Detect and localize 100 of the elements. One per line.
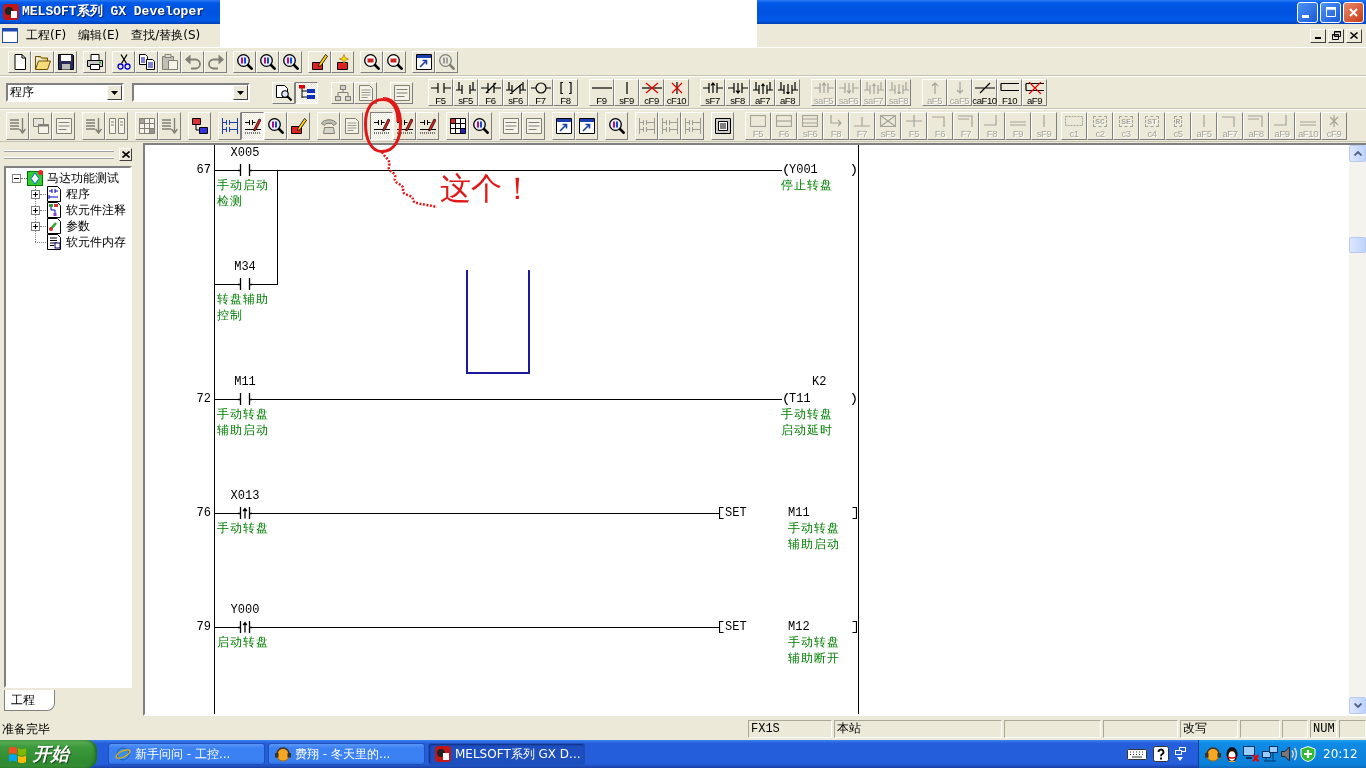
taskbar-button[interactable]: MELSOFT系列 GX D... (428, 743, 585, 765)
help-icon[interactable] (1153, 746, 1169, 762)
function-key-button[interactable]: sF7 (700, 79, 725, 106)
close-button[interactable] (119, 147, 132, 161)
tree-item[interactable]: 软元件注释 (66, 202, 126, 218)
function-key-button[interactable]: sF9 (614, 79, 639, 106)
headset-face-icon[interactable] (1205, 746, 1221, 762)
dashed-box-symbol-icon (1065, 115, 1083, 126)
function-key-button[interactable]: cF10 (664, 79, 689, 106)
toolbar-button[interactable] (370, 111, 393, 140)
step-number: 79 (195, 620, 211, 634)
function-key-button[interactable]: F9 (589, 79, 614, 106)
corner-symbol-icon (932, 115, 945, 127)
function-key-button[interactable]: sF8 (725, 79, 750, 106)
function-key-button[interactable]: F8 (553, 79, 578, 106)
box-pencil-icon (311, 53, 328, 70)
device-comment: 手动转盘辅助断开 (788, 634, 841, 666)
status-panel (1240, 720, 1280, 738)
ladder-page-icon (46, 186, 62, 202)
arrow-contact-symbol-icon (838, 82, 859, 94)
function-key-button[interactable]: sF6 (503, 79, 528, 106)
double-line-symbol-icon (1010, 120, 1026, 126)
menu-item[interactable]: 工程(F) (20, 26, 73, 45)
minimize-icon (1302, 14, 1309, 18)
close-icon (1349, 7, 1358, 17)
function-key-button[interactable]: sF5 (453, 79, 478, 106)
function-key-button[interactable]: F5 (428, 79, 453, 106)
box-pencil-icon (290, 117, 307, 134)
minus-box-icon[interactable] (12, 173, 21, 183)
dropdown[interactable] (132, 83, 250, 102)
parallel-contact-symbol-icon (455, 82, 476, 94)
taskbar-button[interactable]: 费翔 - 冬天里的... (268, 743, 425, 765)
magnifier-icon (236, 53, 253, 70)
scissors-icon (115, 53, 132, 70)
monitors-icon[interactable] (1262, 746, 1278, 762)
monitor-cross-icon[interactable] (1243, 746, 1259, 762)
step-number: 67 (195, 163, 211, 177)
menu-item[interactable]: 编辑(E) (72, 26, 126, 45)
start-button[interactable]: 开始 (0, 740, 97, 768)
vertical-line-symbol-icon (1043, 114, 1045, 127)
status-panel: FX1S (748, 720, 832, 738)
restore-icon[interactable] (1175, 747, 1186, 761)
headset-face-icon (275, 746, 291, 762)
panel-grip[interactable] (4, 150, 114, 158)
panel-tab[interactable]: 工程 (4, 690, 55, 711)
minimize-button[interactable] (1310, 28, 1326, 43)
function-key-button[interactable]: F7 (528, 79, 553, 106)
arrow-contact-symbol-icon (863, 82, 884, 94)
shield-plus-icon[interactable] (1300, 746, 1316, 762)
up-arrow-icon (930, 82, 939, 94)
nested-square-icon (714, 117, 731, 134)
tree-item[interactable]: 软元件内存 (66, 234, 126, 250)
double-line-symbol-icon (1300, 120, 1316, 126)
coil-symbol-icon (530, 82, 551, 94)
scroll-thumb[interactable] (1349, 237, 1366, 253)
instruction-bracket-icon (719, 621, 724, 633)
plus-box-icon[interactable] (31, 205, 40, 215)
function-key-button[interactable]: caF10 (972, 79, 997, 106)
plus-box-icon[interactable] (31, 189, 40, 199)
speaker-icon[interactable] (1281, 746, 1297, 762)
device-label: X013 (229, 489, 261, 503)
function-key-button[interactable]: aF8 (775, 79, 800, 106)
penguin-icon[interactable] (1224, 746, 1240, 762)
magnifier-icon (608, 117, 625, 134)
function-key-button[interactable]: cF9 (639, 79, 664, 106)
corner-symbol-icon (958, 114, 973, 127)
toolbar-button[interactable] (241, 111, 264, 140)
toolbar-button[interactable] (295, 81, 318, 104)
clipboard-icon (161, 53, 178, 70)
ladder-pencil-icon (373, 117, 390, 134)
clock: 20:12 (1323, 746, 1358, 762)
contact-icon (238, 278, 252, 290)
tree-item[interactable]: 参数 (66, 218, 90, 234)
restore-button[interactable] (1328, 28, 1344, 43)
dropdown[interactable]: 程序 (6, 83, 124, 102)
step-number: 76 (195, 506, 211, 520)
coil-bracket-icon (852, 164, 858, 176)
function-key-button[interactable]: aF9 (1022, 79, 1047, 106)
box-symbol-icon (776, 114, 792, 127)
function-key-button[interactable]: F6 (478, 79, 503, 106)
scroll-down-button[interactable] (1349, 697, 1366, 714)
device-comment: 手动转盘辅助启动 (788, 520, 841, 552)
restore-icon (1331, 31, 1341, 40)
tree-item[interactable]: 程序 (66, 186, 90, 202)
close-button[interactable] (1346, 28, 1362, 43)
boxes-icon (191, 117, 208, 134)
tree-item[interactable]: 马达功能测试 (47, 170, 119, 186)
function-key-button[interactable]: F10 (997, 79, 1022, 106)
taskbar-button[interactable]: 新手问问 - 工控... (108, 743, 265, 765)
rung-wire (215, 284, 238, 285)
menu-item[interactable]: 查找/替换(S) (125, 26, 207, 45)
instruction-name: SET (725, 506, 747, 520)
keyboard-icon[interactable] (1127, 748, 1147, 760)
scroll-up-button[interactable] (1349, 145, 1366, 162)
maximize-button[interactable] (1320, 1, 1341, 23)
device-label: Y001 (789, 163, 818, 177)
function-key-button[interactable]: aF7 (750, 79, 775, 106)
arrow-contact-symbol-icon (752, 82, 773, 94)
rung-wire (215, 170, 238, 171)
plus-box-icon[interactable] (31, 221, 40, 231)
